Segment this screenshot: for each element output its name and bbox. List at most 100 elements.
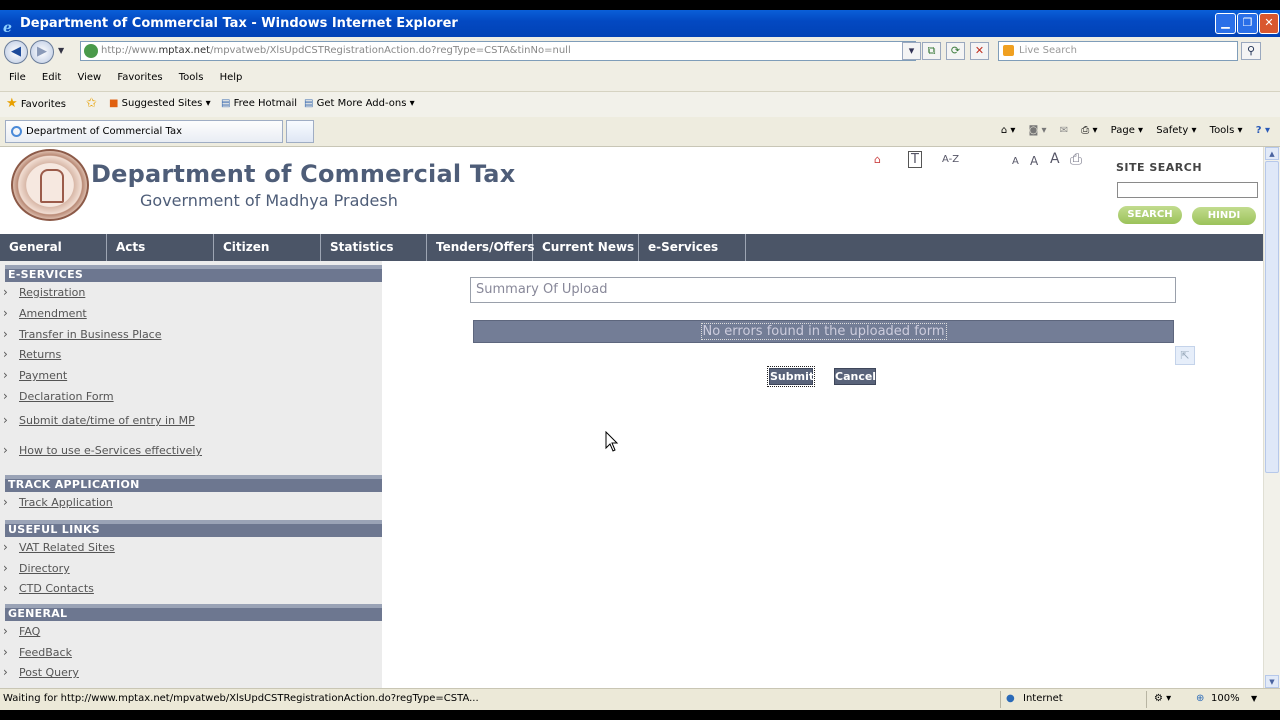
zoom-dropdown-icon[interactable]: ▼	[1251, 689, 1257, 709]
submit-button[interactable]: Submit	[767, 366, 815, 387]
close-button[interactable]: ✕	[1259, 13, 1279, 34]
protected-mode-icon[interactable]: ⚙ ▾	[1154, 689, 1171, 709]
get-addons-link[interactable]: ▤ Get More Add-ons ▾	[304, 92, 415, 116]
history-dropdown-icon[interactable]: ▼	[58, 46, 64, 55]
address-toolbar: ◀ ▶ ▼ http://www.mptax.net/mpvatweb/XlsU…	[0, 37, 1280, 69]
scroll-down-arrow-icon[interactable]: ▼	[1265, 675, 1279, 688]
sidebar-link-payment[interactable]: Payment	[3, 368, 67, 383]
minimize-button[interactable]: ▁	[1215, 13, 1236, 34]
sidebar-link-amendment[interactable]: Amendment	[3, 306, 87, 321]
site-search-input[interactable]	[1117, 182, 1258, 198]
favorites-bar: ★ Favorites ✩ ■ Suggested Sites ▾ ▤ Free…	[0, 91, 1280, 117]
feeds-icon[interactable]: ◙ ▾	[1029, 125, 1047, 136]
sidebar-link-registration[interactable]: Registration	[3, 285, 85, 300]
live-search-icon	[1003, 45, 1014, 56]
sidebar-link-post-query[interactable]: Post Query	[3, 665, 79, 680]
mouse-cursor-icon	[605, 431, 619, 452]
loading-icon	[11, 126, 22, 137]
nav-e-services[interactable]: e-Services	[639, 234, 746, 261]
sidebar-link-directory[interactable]: Directory	[3, 561, 70, 576]
page-menu[interactable]: Page ▾	[1111, 125, 1143, 136]
menu-file[interactable]: File	[0, 69, 26, 87]
sidebar-link-transfer-business-place[interactable]: Transfer in Business Place	[3, 327, 161, 342]
address-dropdown-button[interactable]: ▾	[902, 42, 921, 60]
search-button[interactable]: SEARCH	[1118, 206, 1182, 224]
expand-icon[interactable]: ⇱	[1175, 346, 1195, 365]
cancel-button[interactable]: Cancel	[834, 368, 876, 385]
address-bar[interactable]: http://www.mptax.net/mpvatweb/XlsUpdCSTR…	[80, 41, 916, 61]
sidebar-link-ctd-contacts[interactable]: CTD Contacts	[3, 581, 94, 596]
text-mode-icon[interactable]: T	[908, 151, 922, 168]
scroll-up-arrow-icon[interactable]: ▲	[1265, 147, 1279, 160]
scroll-thumb[interactable]	[1265, 161, 1279, 473]
nav-tenders-offers[interactable]: Tenders/Offers	[427, 234, 535, 261]
tools-menu[interactable]: Tools ▾	[1210, 125, 1243, 136]
menu-help[interactable]: Help	[211, 69, 243, 87]
page-globe-icon	[84, 44, 98, 58]
sidebar-link-how-to-use[interactable]: How to use e-Services effectively	[3, 443, 202, 458]
addons-page-icon: ▤	[304, 98, 314, 109]
print-icon[interactable]: ⎙ ▾	[1081, 125, 1097, 136]
az-index-link[interactable]: A-Z	[942, 154, 959, 165]
free-hotmail-link[interactable]: ▤ Free Hotmail	[221, 92, 297, 116]
sidebar-link-faq[interactable]: FAQ	[3, 624, 40, 639]
print-page-icon[interactable]: ⎙	[1070, 150, 1082, 168]
government-seal-logo	[11, 149, 89, 221]
get-addons-label: Get More Add-ons ▾	[316, 98, 415, 109]
new-tab-button[interactable]	[286, 120, 314, 143]
add-favorite-icon[interactable]: ✩	[86, 92, 97, 117]
command-bar: ⌂ ▾ ◙ ▾ ✉ ⎙ ▾ Page ▾ Safety ▾ Tools ▾ ? …	[991, 123, 1270, 139]
menu-edit[interactable]: Edit	[33, 69, 61, 87]
compatibility-icon[interactable]: ⧉	[922, 42, 941, 60]
nav-current-news[interactable]: Current News	[533, 234, 639, 261]
sidebar-link-feedback[interactable]: FeedBack	[3, 645, 72, 660]
suggested-sites-link[interactable]: ■ Suggested Sites ▾	[109, 92, 211, 116]
font-large-button[interactable]: A	[1050, 151, 1060, 167]
menu-favorites[interactable]: Favorites	[108, 69, 162, 87]
back-button[interactable]: ◀	[4, 40, 28, 64]
status-text: Waiting for http://www.mptax.net/mpvatwe…	[3, 693, 479, 704]
sidebar-link-track-application[interactable]: Track Application	[3, 495, 113, 510]
home-icon[interactable]: ⌂ ▾	[1001, 125, 1016, 136]
menu-view[interactable]: View	[68, 69, 101, 87]
section-general: GENERAL	[5, 604, 382, 621]
title-bar: e Department of Commercial Tax - Windows…	[0, 10, 1280, 37]
hotmail-page-icon: ▤	[221, 98, 231, 109]
page-vertical-scrollbar[interactable]: ▲ ▼	[1263, 147, 1280, 688]
help-icon[interactable]: ? ▾	[1256, 125, 1270, 136]
live-search-input[interactable]: Live Search	[998, 41, 1238, 61]
sidebar-link-vat-sites[interactable]: VAT Related Sites	[3, 540, 115, 555]
no-errors-message: No errors found in the uploaded form	[700, 323, 947, 340]
sidebar-link-declaration-form[interactable]: Declaration Form	[3, 389, 114, 404]
department-subtitle: Government of Madhya Pradesh	[140, 191, 398, 210]
stop-icon[interactable]: ✕	[970, 42, 989, 60]
font-medium-button[interactable]: A	[1030, 154, 1038, 168]
hindi-button[interactable]: HINDI	[1192, 207, 1256, 225]
tab-row: Department of Commercial Tax ⌂ ▾ ◙ ▾ ✉ ⎙…	[0, 117, 1280, 147]
nav-citizen-charter[interactable]: Citizen Charter	[214, 234, 321, 281]
menu-tools[interactable]: Tools	[170, 69, 204, 87]
zone-label: Internet	[1023, 693, 1063, 704]
sidebar-link-submit-entry[interactable]: Submit date/time of entry in MP	[3, 413, 195, 428]
maximize-button[interactable]: ❐	[1237, 13, 1258, 34]
favorites-button[interactable]: ★ Favorites	[6, 92, 66, 117]
sidebar-link-returns[interactable]: Returns	[3, 347, 61, 362]
read-mail-icon[interactable]: ✉	[1060, 125, 1068, 136]
safety-menu[interactable]: Safety ▾	[1156, 125, 1196, 136]
tab-department-commercial-tax[interactable]: Department of Commercial Tax	[5, 120, 283, 143]
home-page-icon[interactable]: ⌂	[874, 153, 881, 166]
status-message-bar: No errors found in the uploaded form	[473, 320, 1174, 343]
zoom-icon[interactable]: ⊕	[1196, 689, 1204, 709]
summary-of-upload-box: Summary Of Upload	[470, 277, 1176, 303]
refresh-icon[interactable]: ⟳	[946, 42, 965, 60]
browser-window: e Department of Commercial Tax - Windows…	[0, 10, 1280, 710]
nav-acts[interactable]: Acts	[107, 234, 214, 261]
section-e-services: E-SERVICES	[5, 265, 382, 282]
address-prefix: http://www.	[101, 45, 159, 56]
zoom-level[interactable]: 100%	[1211, 689, 1240, 709]
nav-statistics[interactable]: Statistics	[321, 234, 427, 261]
forward-button[interactable]: ▶	[30, 40, 54, 64]
search-go-icon[interactable]: ⚲	[1241, 42, 1261, 60]
font-small-button[interactable]: A	[1012, 156, 1019, 167]
nav-general[interactable]: General	[0, 234, 107, 261]
